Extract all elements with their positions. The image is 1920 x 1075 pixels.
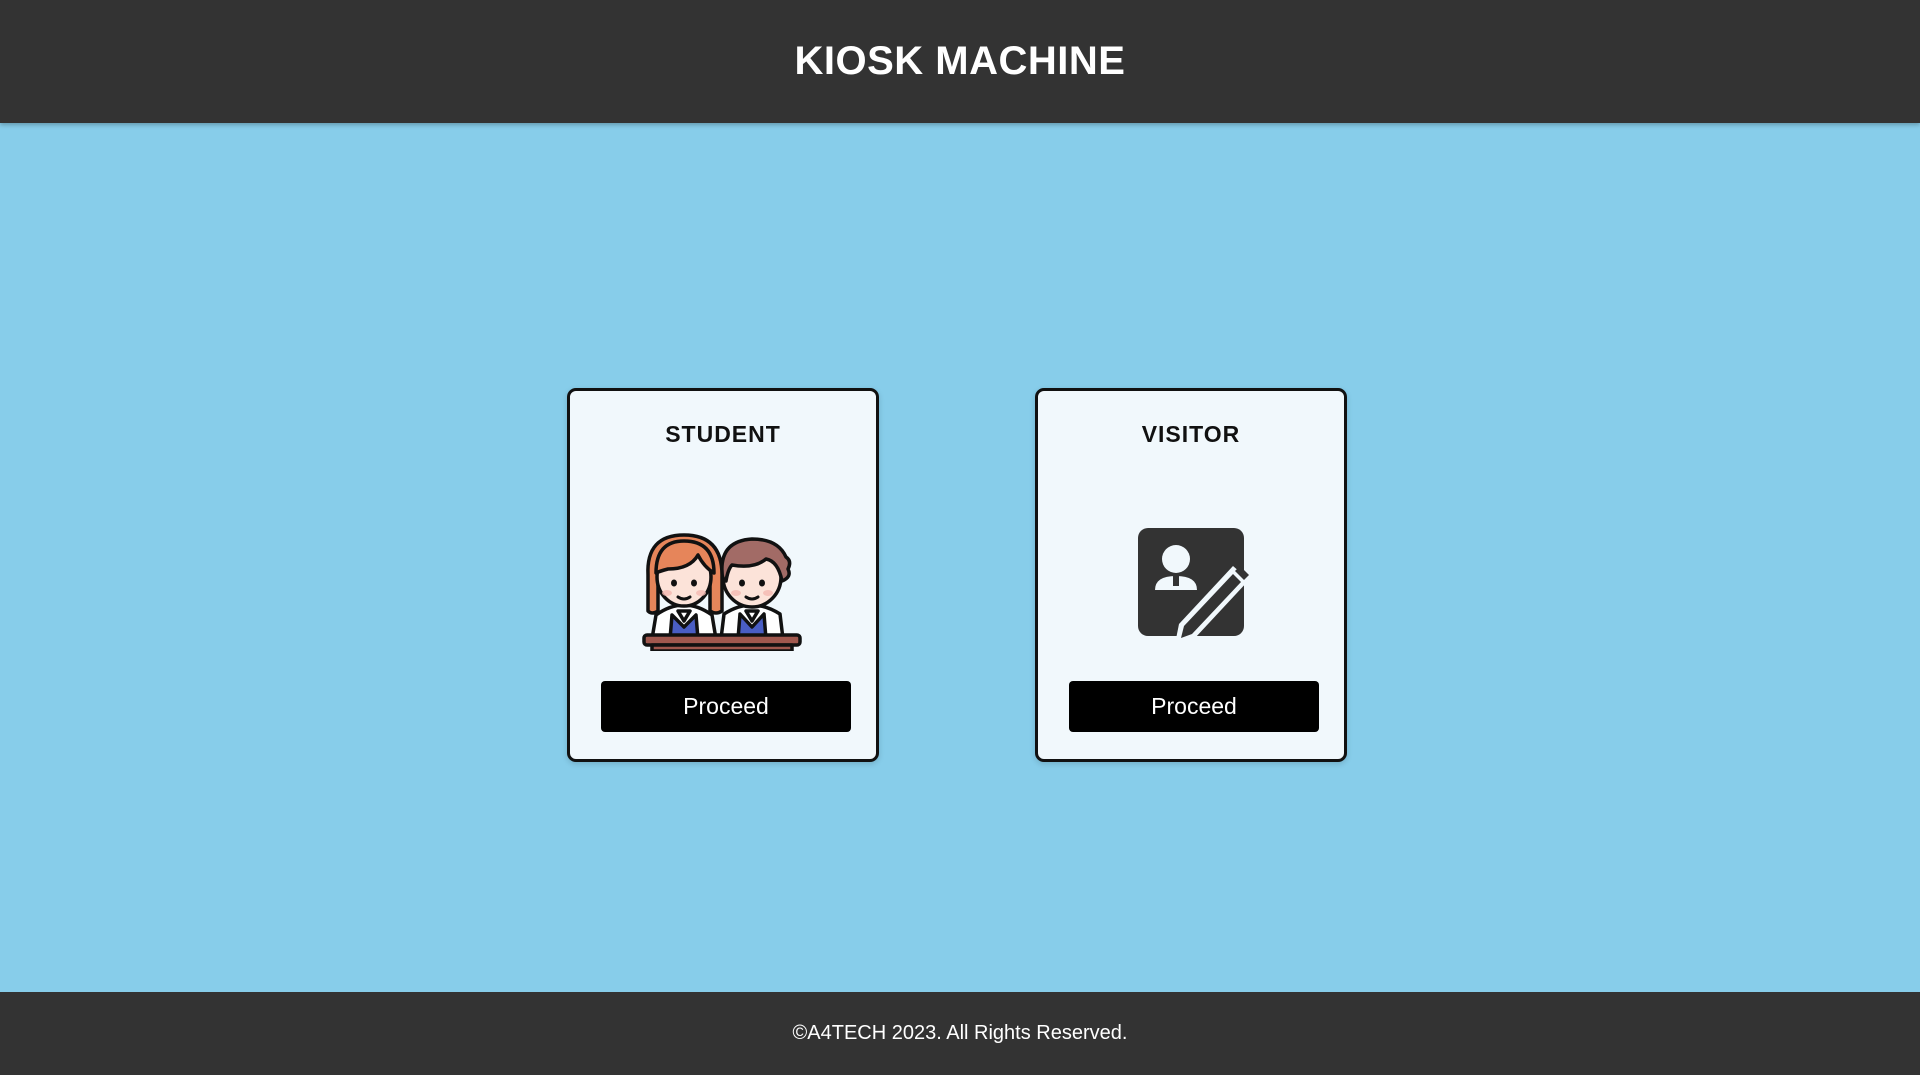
copyright-text: ©A4TECH 2023. All Rights Reserved. — [792, 1022, 1128, 1044]
visitor-proceed-button[interactable]: Proceed — [1069, 681, 1319, 732]
student-card-title: STUDENT — [665, 421, 781, 447]
visitor-card: VISITOR Proceed — [1035, 388, 1347, 762]
app-header: KIOSK MACHINE — [0, 0, 1920, 123]
student-card: STUDENT Proceed — [567, 388, 879, 762]
students-icon — [570, 511, 876, 651]
visitor-register-icon — [1038, 511, 1344, 651]
student-proceed-button[interactable]: Proceed — [601, 681, 851, 732]
main-content: STUDENT Proceed VISITOR Proceed — [0, 123, 1920, 992]
app-footer: ©A4TECH 2023. All Rights Reserved. — [0, 992, 1920, 1075]
visitor-card-title: VISITOR — [1141, 421, 1241, 447]
page-title: KIOSK MACHINE — [794, 39, 1126, 83]
